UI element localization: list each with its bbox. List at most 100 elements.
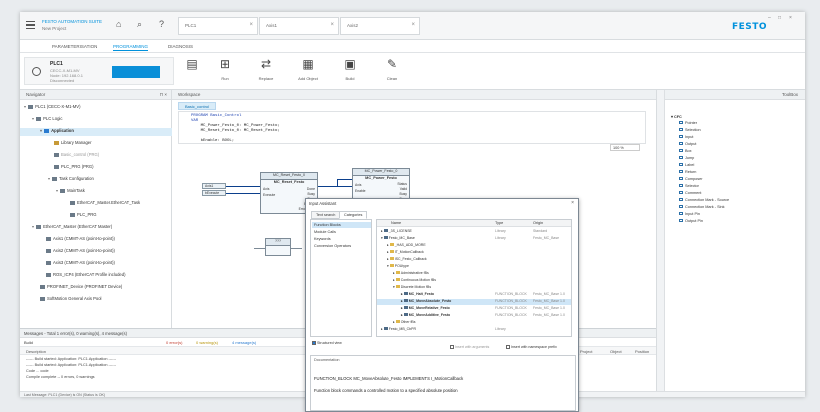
object-row[interactable]: ▸ MC_MoveAdditive_Festo FUNCTION_BLOCK Fes… — [377, 313, 571, 319]
category-item[interactable]: Keywords — [314, 237, 331, 241]
object-row[interactable]: ▸ Festo_MB_CbPR Library — [377, 327, 571, 333]
tab-basic-control[interactable]: Basic_control — [178, 102, 217, 110]
replace-button[interactable]: ⇄ Replace — [250, 56, 282, 81]
toolbox-item[interactable]: Box — [679, 149, 692, 153]
structured-view-checkbox[interactable]: Structured view — [312, 341, 342, 345]
object-row[interactable]: ▸ MC_MoveRelative_Festo FUNCTION_BLOCK Fes… — [377, 306, 571, 312]
tree-item-profinet[interactable]: PROFINET_Device (PROFINET Device) — [40, 284, 122, 289]
minimize-icon[interactable]: – — [768, 15, 771, 21]
tree-item-task-config[interactable]: ▾ Task Configuration — [48, 176, 94, 181]
warnings-toggle[interactable]: 0 warning(s) — [196, 340, 218, 345]
tree-item-plc1[interactable]: ▾ PLC1 (CECC-X-M1-MV) — [24, 104, 80, 109]
insert-with-arguments-checkbox[interactable]: Insert with arguments — [450, 345, 489, 349]
tree-item-softmotion[interactable]: SoftMotion General Axis Pool — [40, 296, 101, 301]
toolbox-item[interactable]: Selector — [679, 184, 699, 188]
pin-icon[interactable]: ⊓ × — [160, 92, 167, 98]
tree-item-axis1[interactable]: Axis1 (CMMT-AS (point-to-point)) — [46, 236, 115, 241]
power-icon[interactable] — [32, 67, 41, 76]
object-row[interactable]: ▸ _3S_LICENSE Library Standard — [377, 229, 571, 235]
object-row[interactable]: ▸ _HAS_ADD_MORE — [377, 243, 571, 249]
toolbox-item[interactable]: Connection Mark - Sink — [679, 205, 724, 209]
tab-categories[interactable]: Categories — [339, 211, 368, 219]
insert-with-namespace-checkbox[interactable]: Insert with namespace prefix — [506, 345, 557, 349]
fb-input-pin[interactable]: Axis — [355, 183, 361, 187]
toolbox-item[interactable]: Input — [679, 135, 693, 139]
tree-item-ethercat-master[interactable]: ▾ EtherCAT_Master (EtherCAT Master) — [32, 224, 112, 229]
fb-output-pin[interactable]: Valid — [400, 187, 407, 191]
messages-source-select[interactable]: Build — [24, 340, 33, 345]
errors-toggle[interactable]: 0 error(s) — [166, 340, 182, 345]
toolbox-group-cfc[interactable]: ▾ CFC — [671, 114, 682, 119]
col-description[interactable]: Description — [26, 349, 46, 354]
add-object-button[interactable]: ▦ Add Object — [292, 56, 324, 81]
var-axis[interactable]: Axis1 — [202, 183, 226, 189]
declaration-editor[interactable]: PROGRAM Basic_Control VAR MC_Power_Festo… — [178, 111, 646, 144]
home-icon[interactable]: ⌂ — [116, 19, 121, 29]
fb-output-pin[interactable]: Status — [397, 182, 407, 186]
tree-item-application[interactable]: ▾ Application — [40, 128, 74, 133]
tree-item-basic-control[interactable]: Basic_control (PRG) — [54, 152, 99, 157]
tree-item-maintask[interactable]: ▾ MainTask — [56, 188, 85, 193]
tree-item-axis2[interactable]: Axis2 (CMMT-AS (point-to-point)) — [46, 248, 115, 253]
object-row[interactable]: ▾ Festo_MC_Base Library Festo_MC_Base — [377, 236, 571, 242]
toolbox-item[interactable]: Composer — [679, 177, 703, 181]
fb-output-pin[interactable]: Busy — [307, 192, 315, 196]
object-row[interactable]: ▸ MC_Halt_Festo FUNCTION_BLOCK Festo_MC_Ba… — [377, 292, 571, 298]
var-execute[interactable]: bExecute — [202, 190, 226, 196]
tree-item-ros-icp4[interactable]: ROS_ICP4 (EtherCAT Profile included) — [46, 272, 125, 277]
object-row[interactable]: ▸ Continuous Motion fBs — [377, 278, 571, 284]
tree-item-ethercat-task[interactable]: EtherCAT_Master.EtherCAT_Task — [70, 200, 140, 205]
object-row-selected[interactable]: ▸ MC_MoveAbsolute_Festo FUNCTION_BLOCK Fes… — [377, 299, 571, 305]
object-row[interactable]: ▾ Discrete Motion fBs — [377, 285, 571, 291]
device-icon[interactable]: ▤ — [176, 56, 208, 76]
toolbox-item[interactable]: Pointer — [679, 121, 697, 125]
tree-item-plc-prg-task[interactable]: PLC_PRG — [70, 212, 97, 217]
col-position[interactable]: Position — [635, 349, 649, 354]
tab-axis2[interactable]: Axis2 × — [340, 17, 420, 35]
maximize-icon[interactable]: □ — [778, 15, 781, 21]
fb-input-pin[interactable]: Axis — [263, 187, 269, 191]
fb-output-pin[interactable]: Busy — [399, 192, 407, 196]
col-type[interactable]: Type — [495, 221, 503, 225]
toolbox-item[interactable]: Label — [679, 163, 694, 167]
tree-item-library-manager[interactable]: Library Manager — [54, 140, 92, 145]
object-row[interactable]: ▸ IT_MotionCallback — [377, 250, 571, 256]
tab-plc1[interactable]: PLC1 × — [178, 17, 258, 35]
toolbox-item[interactable]: Input Pin — [679, 212, 700, 216]
close-icon[interactable]: × — [571, 200, 574, 206]
col-project[interactable]: Project — [580, 349, 592, 354]
object-row[interactable]: ▾ POUtype — [377, 264, 571, 270]
toolbox-item[interactable]: Output — [679, 142, 696, 146]
col-origin[interactable]: Origin — [533, 221, 543, 225]
hamburger-menu-icon[interactable] — [26, 21, 35, 29]
category-item[interactable]: Function Blocks — [314, 223, 341, 227]
tab-programming[interactable]: PROGRAMMING — [113, 44, 149, 51]
toolbox-item[interactable]: Selection — [679, 128, 701, 132]
fb-input-pin[interactable]: Enable — [355, 189, 366, 193]
run-button[interactable]: ⊞ Run — [209, 56, 241, 81]
category-item[interactable]: Conversion Operators — [314, 244, 351, 248]
tree-item-plc-prg[interactable]: PLC_PRG (PRG) — [54, 164, 94, 169]
fb-input-pin[interactable]: Execute — [263, 193, 275, 197]
build-button[interactable]: ▣ Build — [334, 56, 366, 81]
object-row[interactable]: ▸ ISC_Festo_Callback — [377, 257, 571, 263]
connect-button[interactable] — [112, 66, 160, 78]
clean-button[interactable]: ✎ Clean — [376, 56, 408, 81]
tab-parameterisation[interactable]: PARAMETERISATION — [52, 44, 97, 49]
tab-axis1[interactable]: Axis1 × — [259, 17, 339, 35]
category-item[interactable]: Module Calls — [314, 230, 336, 234]
tab-diagnosis[interactable]: DIAGNOSIS — [168, 44, 193, 49]
toolbox-item[interactable]: Return — [679, 170, 696, 174]
zoom-select[interactable]: 100 % — [610, 144, 640, 151]
toolbox-item[interactable]: Output Pin — [679, 219, 703, 223]
toolbox-item[interactable]: Comment — [679, 191, 701, 195]
fb-output-pin[interactable]: Done — [307, 187, 315, 191]
search-icon[interactable]: ⌕ — [137, 19, 142, 30]
close-window-icon[interactable]: × — [789, 15, 792, 21]
object-row[interactable]: ▸ Administrative fBs — [377, 271, 571, 277]
help-icon[interactable]: ? — [159, 19, 164, 29]
col-name[interactable]: Name — [391, 221, 401, 225]
col-object[interactable]: Object — [610, 349, 622, 354]
tab-text-search[interactable]: Text search — [311, 211, 341, 219]
toolbox-side-tabs[interactable] — [657, 90, 665, 397]
